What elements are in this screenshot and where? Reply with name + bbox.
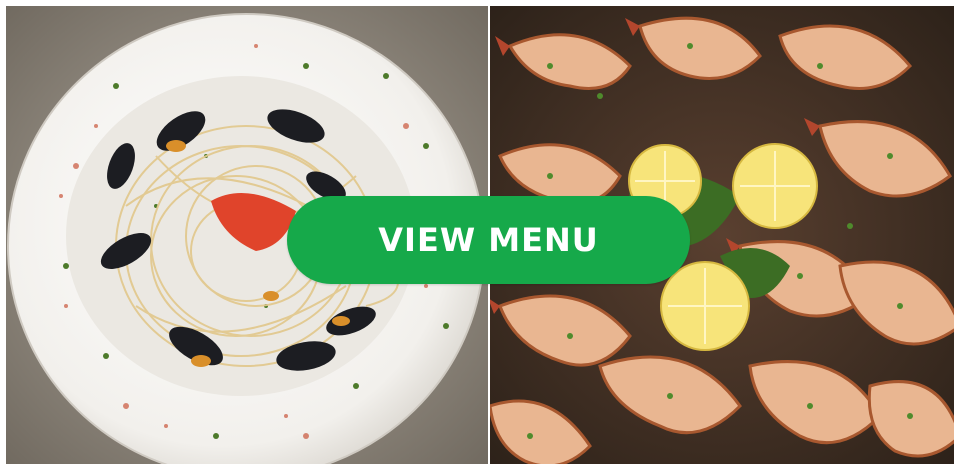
menu-hero-banner: VIEW MENU [0,0,960,470]
view-menu-button[interactable]: VIEW MENU [287,196,690,284]
view-menu-button-label: VIEW MENU [378,221,599,259]
